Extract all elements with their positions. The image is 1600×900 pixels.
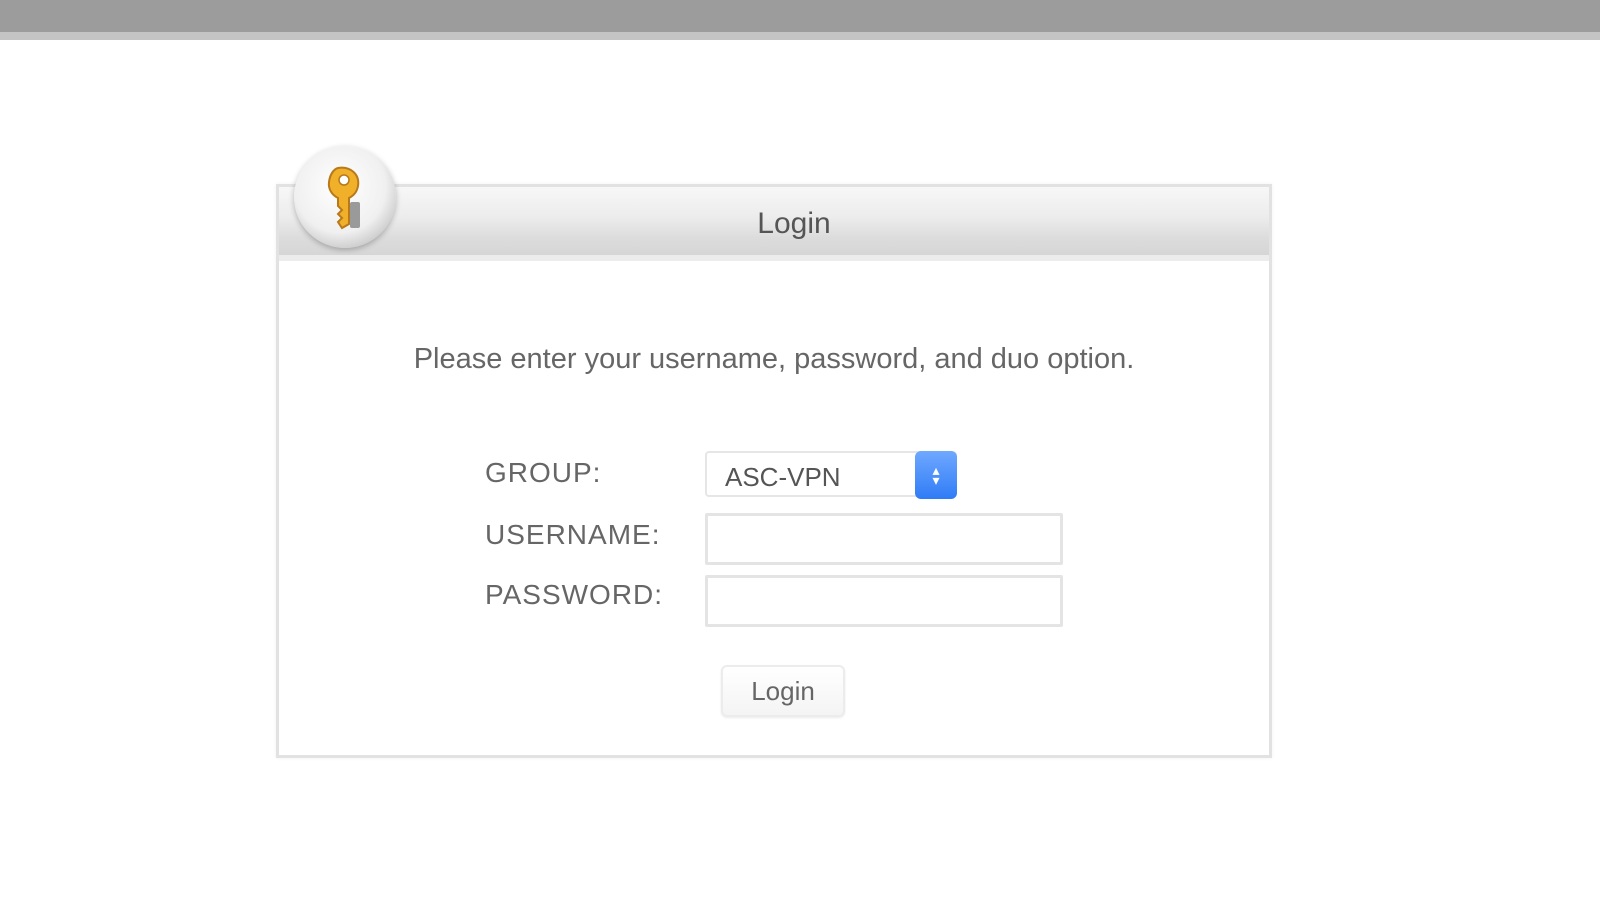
- group-select[interactable]: ASC-VPN ▴ ▾: [705, 451, 957, 499]
- login-button[interactable]: Login: [721, 665, 845, 717]
- dialog-title-bar: Login: [279, 187, 1269, 261]
- instructions-text: Please enter your username, password, an…: [413, 343, 1135, 375]
- key-badge: [294, 146, 396, 248]
- browser-top-bar: [0, 0, 1600, 40]
- group-select-value: ASC-VPN: [725, 462, 841, 492]
- username-label: USERNAME:: [485, 519, 661, 550]
- username-input[interactable]: [705, 513, 1063, 565]
- dialog-title: Login: [757, 207, 831, 240]
- group-select-arrow[interactable]: ▴ ▾: [915, 451, 957, 499]
- key-icon: [327, 166, 360, 230]
- login-dialog: Login Please enter your username, passwo…: [276, 184, 1272, 758]
- updown-arrow-icon: ▴ ▾: [932, 462, 940, 488]
- password-input[interactable]: [705, 575, 1063, 627]
- group-label: GROUP:: [485, 457, 602, 488]
- password-label: PASSWORD:: [485, 579, 664, 610]
